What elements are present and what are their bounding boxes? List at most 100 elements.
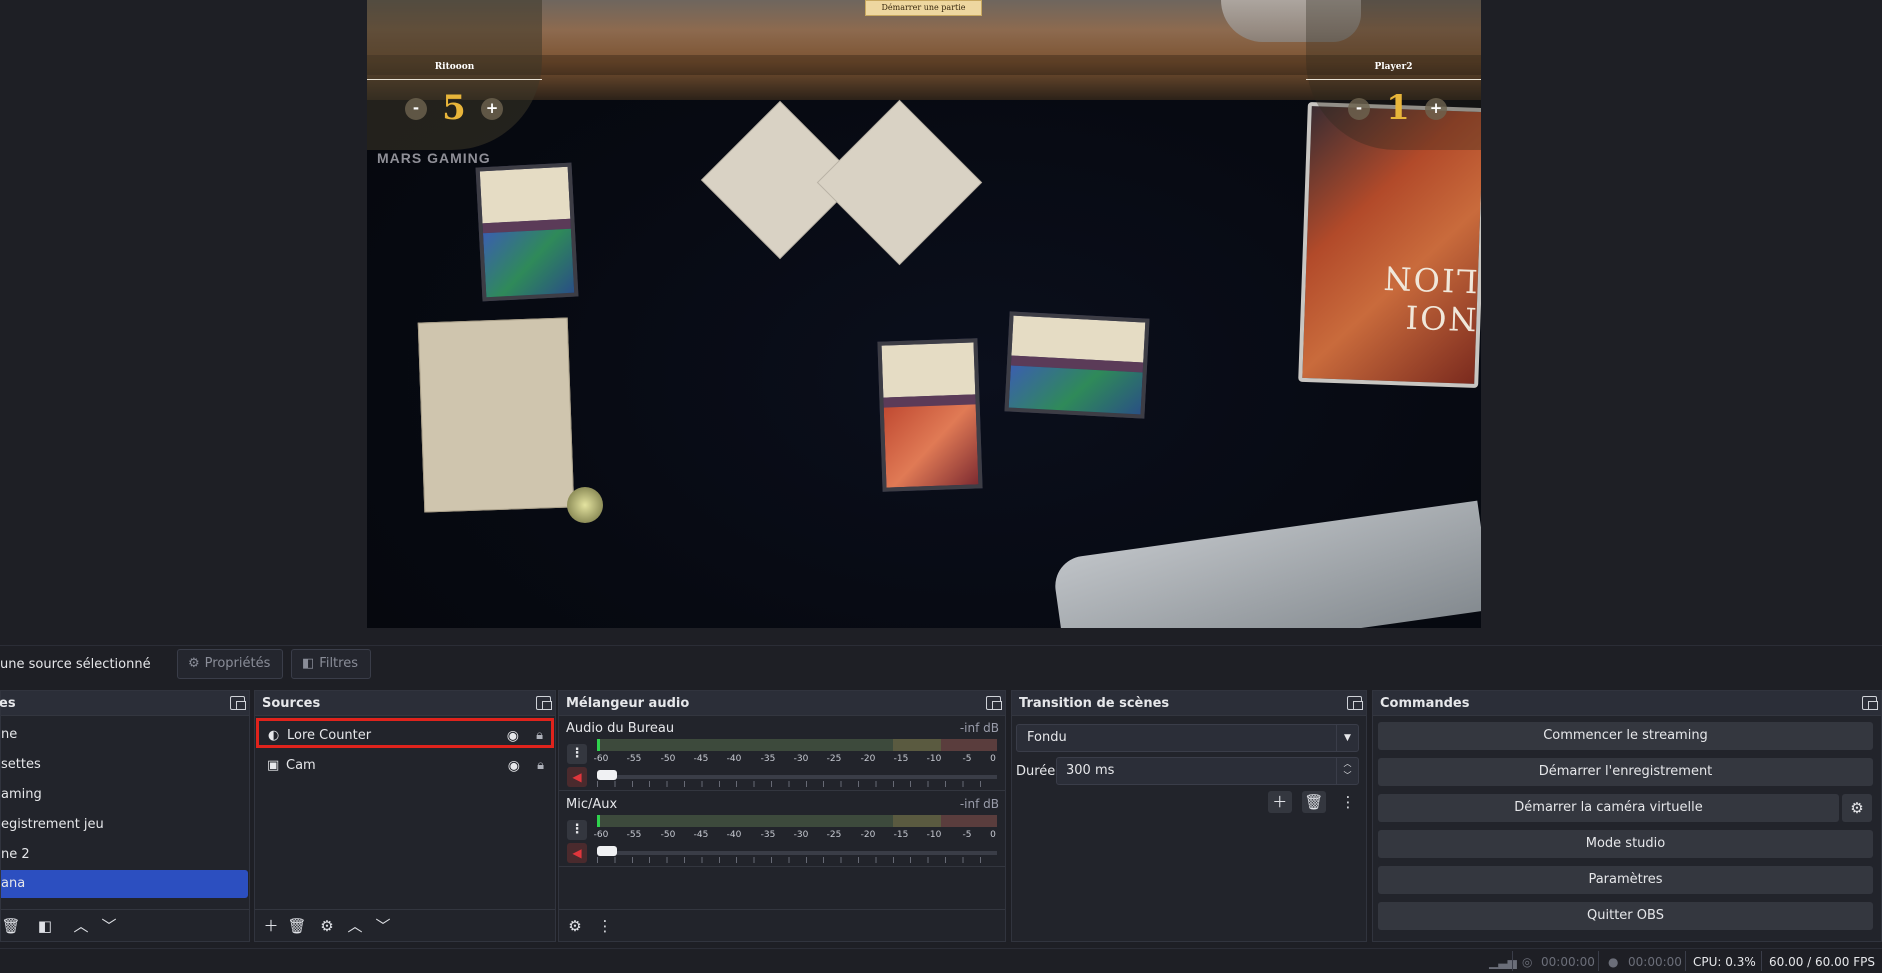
- volume-slider-handle[interactable]: [597, 846, 617, 856]
- scene-item[interactable]: ne 2: [1, 841, 248, 869]
- record-icon: ●: [1608, 955, 1619, 969]
- filter-icon[interactable]: ◧: [33, 915, 57, 937]
- meter-ticks: -60 -55 -50 -45 -40 -35 -30 -25 -20 -15 …: [593, 754, 997, 766]
- tick-label: -15: [893, 830, 909, 840]
- chevron-up-icon[interactable]: ︿: [69, 915, 93, 937]
- duration-input[interactable]: 300 ms ︿ ﹀: [1056, 757, 1359, 785]
- volume-slider-track[interactable]: [597, 775, 997, 779]
- volume-slider-track[interactable]: [597, 851, 997, 855]
- chevron-down-icon[interactable]: ﹀: [371, 915, 395, 937]
- advanced-audio-icon[interactable]: ⚙: [563, 915, 587, 937]
- stream-time: 00:00:00: [1541, 955, 1595, 969]
- chevron-up-icon[interactable]: ︿: [343, 915, 367, 937]
- scene-item-active[interactable]: ana: [1, 870, 248, 898]
- audio-channel-mic: Mic/Aux -inf dB ⋮ ◀ -60 -55 -50 -45 -40 …: [559, 793, 1005, 867]
- player2-lore-value: 1: [1386, 88, 1410, 128]
- scene-item[interactable]: aming: [1, 781, 248, 809]
- deck-text: NOI LION: [1381, 258, 1479, 338]
- filters-button[interactable]: ◧ Filtres: [291, 649, 371, 679]
- trash-icon[interactable]: 🗑: [1301, 791, 1326, 813]
- start-game-button[interactable]: Démarrer une partie: [865, 0, 982, 16]
- tick-label: -35: [760, 754, 776, 764]
- kebab-menu-icon[interactable]: ⋮: [593, 915, 617, 937]
- properties-button[interactable]: ⚙ Propriétés: [177, 649, 284, 679]
- lock-icon[interactable]: 🔒︎: [536, 721, 543, 751]
- sources-toolbar: ＋ 🗑 ⚙ ︿ ﹀: [255, 909, 555, 941]
- game-card: [475, 162, 579, 302]
- divider: [367, 79, 542, 80]
- chevron-down-icon[interactable]: ﹀: [97, 915, 121, 937]
- scene-item[interactable]: settes: [1, 751, 248, 779]
- player2-plus-button[interactable]: +: [1425, 98, 1447, 120]
- undock-icon[interactable]: [230, 696, 246, 710]
- source-item-cam[interactable]: ▣ Cam ◉ 🔒︎: [256, 751, 554, 781]
- player1-minus-button[interactable]: -: [405, 98, 427, 120]
- visibility-icon[interactable]: ◉: [508, 751, 520, 781]
- player2-minus-button[interactable]: -: [1348, 98, 1370, 120]
- spinner-arrows-icon[interactable]: ︿ ﹀: [1336, 758, 1358, 784]
- tick-label: -55: [626, 830, 642, 840]
- fps-counter: 60.00 / 60.00 FPS: [1769, 955, 1875, 969]
- trash-icon[interactable]: 🗑: [0, 915, 23, 937]
- player1-plus-button[interactable]: +: [481, 98, 503, 120]
- start-virtual-camera-button[interactable]: Démarrer la caméra virtuelle: [1378, 794, 1839, 822]
- duration-label: Durée: [1016, 764, 1056, 779]
- tick-label: 0: [990, 754, 996, 764]
- transition-header: Transition de scènes: [1012, 691, 1366, 716]
- undock-icon[interactable]: [1862, 696, 1878, 710]
- transition-type-select[interactable]: Fondu ▼: [1016, 724, 1359, 752]
- add-icon[interactable]: ＋: [259, 915, 283, 937]
- settings-button[interactable]: Paramètres: [1378, 866, 1873, 894]
- virtual-camera-settings-gear-icon[interactable]: ⚙: [1842, 794, 1872, 822]
- exit-button[interactable]: Quitter OBS: [1378, 902, 1873, 930]
- kebab-menu-icon[interactable]: ⋮: [567, 744, 587, 764]
- controls-header: Commandes: [1373, 691, 1881, 716]
- undock-icon[interactable]: [536, 696, 552, 710]
- player1-name: Ritooon: [434, 62, 475, 72]
- channel-db: -inf dB: [959, 721, 999, 735]
- scene-transitions-dock: Transition de scènes Fondu ▼ Durée 300 m…: [1011, 690, 1367, 942]
- kebab-menu-icon[interactable]: ⋮: [567, 820, 587, 840]
- preview-area: MARS GAMING NOI LION Ritooon - 5 + Playe…: [0, 0, 1882, 640]
- divider: [1685, 951, 1686, 971]
- sources-dock: Sources ◐ Lore Counter ◉ 🔒︎ ▣ Cam ◉ 🔒︎ ＋…: [254, 690, 556, 942]
- channel-name: Audio du Bureau: [566, 721, 675, 736]
- volume-meter: [597, 815, 997, 827]
- scene-item[interactable]: egistrement jeu: [1, 811, 248, 839]
- scene-item[interactable]: ne: [1, 721, 248, 749]
- program-preview[interactable]: MARS GAMING NOI LION Ritooon - 5 + Playe…: [367, 0, 1481, 628]
- add-icon[interactable]: ＋: [1267, 791, 1292, 813]
- tick-label: -5: [962, 830, 972, 840]
- tick-label: -50: [660, 830, 676, 840]
- studio-mode-button[interactable]: Mode studio: [1378, 830, 1873, 858]
- camera-icon: ▣: [267, 758, 280, 773]
- gear-icon[interactable]: ⚙: [315, 915, 339, 937]
- start-streaming-button[interactable]: Commencer le streaming: [1378, 722, 1873, 750]
- controls-dock: Commandes Commencer le streaming Démarre…: [1372, 690, 1882, 942]
- slider-ticks: [597, 857, 997, 863]
- kebab-menu-icon[interactable]: ⋮: [1336, 791, 1360, 813]
- context-bar: une source sélectionné ⚙ Propriétés ◧ Filt…: [0, 645, 1882, 681]
- meter-ticks: -60 -55 -50 -45 -40 -35 -30 -25 -20 -15 …: [593, 830, 997, 842]
- undock-icon[interactable]: [1347, 696, 1363, 710]
- cpu-usage: CPU: 0.3%: [1693, 955, 1756, 969]
- filters-label: Filtres: [319, 656, 358, 671]
- trash-icon[interactable]: 🗑: [285, 915, 309, 937]
- tick-label: -45: [693, 754, 709, 764]
- undock-icon[interactable]: [986, 696, 1002, 710]
- sources-header: Sources: [255, 691, 555, 716]
- selection-status: une source sélectionné: [0, 657, 151, 672]
- mute-icon[interactable]: ◀: [567, 843, 587, 863]
- record-time: 00:00:00: [1628, 955, 1682, 969]
- lock-icon[interactable]: 🔒︎: [537, 751, 544, 781]
- channel-db: -inf dB: [959, 797, 999, 811]
- tick-label: -20: [860, 830, 876, 840]
- mute-icon[interactable]: ◀: [567, 767, 587, 787]
- visibility-icon[interactable]: ◉: [507, 721, 519, 751]
- start-recording-button[interactable]: Démarrer l'enregistrement: [1378, 758, 1873, 786]
- status-bar: ▁▃▅ ◎ 00:00:00 ● 00:00:00 CPU: 0.3% 60.0…: [0, 948, 1882, 973]
- audio-mixer-dock: Mélangeur audio Audio du Bureau -inf dB …: [558, 690, 1006, 942]
- volume-meter: [597, 739, 997, 751]
- source-item-lore-counter[interactable]: ◐ Lore Counter ◉ 🔒︎: [256, 718, 554, 748]
- volume-slider-handle[interactable]: [597, 770, 617, 780]
